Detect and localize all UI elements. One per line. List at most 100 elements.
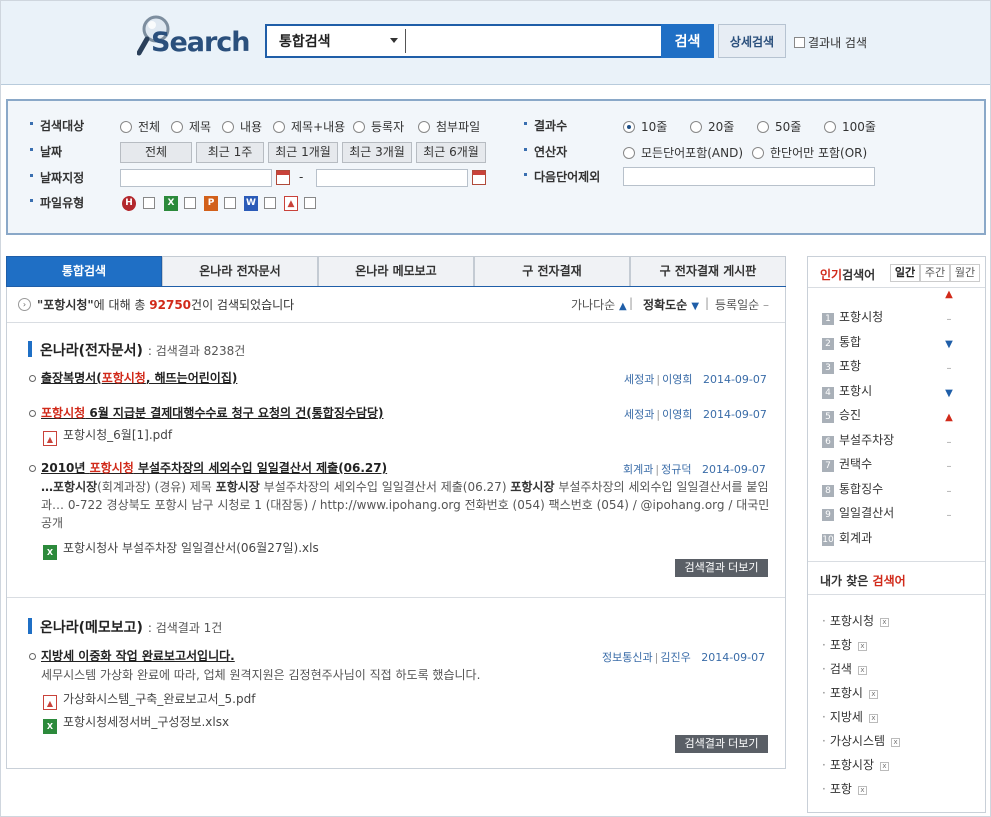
filetype-hwp-checkbox[interactable] (143, 197, 155, 209)
doc-dept[interactable]: 회계과 (623, 463, 653, 476)
search-input[interactable] (405, 29, 655, 53)
tab-onnara-docs[interactable]: 온나라 전자문서 (162, 256, 318, 286)
exclude-words-input[interactable] (623, 167, 875, 186)
doc-title-link[interactable]: 포항시청 6월 지급분 결제대행수수료 청구 요청의 건(통합징수담당) (28, 404, 383, 421)
close-icon[interactable]: x (868, 714, 878, 723)
popular-item[interactable]: 6 부설주차장 (822, 431, 894, 448)
doc-title-link[interactable]: 2010년 포항시청 부설주차장의 세외수입 일일결산서 제출(06.27) (28, 459, 387, 476)
attachment-link[interactable]: X 포항시청세정서버_구성정보.xlsx (43, 713, 229, 734)
my-keyword[interactable]: 포항시장 (830, 758, 874, 772)
attachment-link[interactable]: X 포항시청사 부설주차장 일일결산서(06월27일).xls (43, 539, 319, 560)
radio-icon[interactable] (273, 121, 285, 133)
period-tab-weekly[interactable]: 주간 (920, 264, 950, 282)
my-keyword-item[interactable]: 가상시스템 x (822, 732, 901, 749)
close-icon[interactable]: x (880, 762, 889, 771)
close-icon[interactable]: x (891, 738, 901, 747)
popular-item[interactable]: 8 통합징수 (822, 480, 883, 497)
filetype-xls-checkbox[interactable] (184, 197, 196, 209)
tab-integrated[interactable]: 통합검색 (6, 256, 162, 286)
calendar-icon[interactable] (276, 170, 290, 185)
attachment-link[interactable]: ▲ 포항시청_6월[1].pdf (43, 426, 172, 446)
doc-dept[interactable]: 정보통신과 (602, 651, 653, 664)
close-icon[interactable]: x (857, 642, 867, 651)
calendar-icon[interactable] (472, 170, 486, 185)
more-results-button[interactable]: 검색결과 더보기 (675, 735, 768, 753)
popular-item[interactable]: 7 권택수 (822, 455, 872, 472)
close-icon[interactable]: x (857, 786, 867, 795)
date-6month-button[interactable]: 최근 6개월 (416, 142, 486, 163)
filetype-ppt-checkbox[interactable] (224, 197, 236, 209)
close-icon[interactable]: x (868, 690, 878, 699)
tab-onnara-memo[interactable]: 온나라 메모보고 (318, 256, 474, 286)
radio-icon[interactable] (623, 147, 635, 159)
popular-item[interactable]: 5 승진 (822, 406, 861, 423)
popular-item[interactable]: 1 포항시청 (822, 308, 883, 325)
doc-title-link[interactable]: 출장복명서(포항시청, 해뜨는어린이집) (28, 369, 237, 386)
count-option-20[interactable]: 20줄 (690, 118, 734, 135)
doc-author[interactable]: 이영희 (662, 373, 692, 386)
operator-and[interactable]: 모든단어포함(AND) (623, 144, 743, 161)
target-option-title[interactable]: 제목 (171, 118, 211, 135)
target-option-author[interactable]: 등록자 (353, 118, 404, 135)
my-keyword-item[interactable]: 포항 x (822, 780, 867, 797)
period-tab-daily[interactable]: 일간 (890, 264, 920, 282)
date-3month-button[interactable]: 최근 3개월 (342, 142, 412, 163)
advanced-search-button[interactable]: 상세검색 (718, 24, 786, 58)
filetype-pdf-checkbox[interactable] (304, 197, 316, 209)
my-keyword[interactable]: 포항 (830, 782, 852, 796)
my-keyword[interactable]: 지방세 (830, 710, 863, 724)
count-option-100[interactable]: 100줄 (824, 118, 876, 135)
popular-item[interactable]: 2 통합 (822, 333, 861, 350)
within-results-checkbox[interactable]: 결과내 검색 (794, 34, 867, 51)
target-option-content[interactable]: 내용 (222, 118, 262, 135)
sort-alpha[interactable]: 가나다순 ▲ (571, 296, 627, 313)
my-keyword[interactable]: 가상시스템 (830, 734, 885, 748)
target-option-attachment[interactable]: 첨부파일 (418, 118, 480, 135)
my-keyword-item[interactable]: 포항 x (822, 636, 867, 653)
target-option-all[interactable]: 전체 (120, 118, 160, 135)
my-keyword-item[interactable]: 검색 x (822, 660, 867, 677)
radio-icon[interactable] (690, 121, 702, 133)
doc-dept[interactable]: 세정과 (624, 373, 654, 386)
target-option-title-content[interactable]: 제목+내용 (273, 118, 345, 135)
doc-dept[interactable]: 세정과 (624, 408, 654, 421)
checkbox-box[interactable] (794, 37, 805, 48)
my-keyword[interactable]: 포항 (830, 638, 852, 652)
radio-icon[interactable] (120, 121, 132, 133)
my-keyword[interactable]: 포항시청 (830, 614, 874, 628)
close-icon[interactable]: x (880, 618, 889, 627)
date-to-field[interactable] (316, 169, 468, 187)
doc-author[interactable]: 김진우 (660, 651, 690, 664)
attachment-link[interactable]: ▲ 가상화시스템_구축_완료보고서_5.pdf (43, 690, 255, 710)
my-keyword-item[interactable]: 포항시청 x (822, 612, 889, 629)
popular-item[interactable]: 4 포항시 (822, 382, 872, 399)
my-keyword-item[interactable]: 포항시장 x (822, 756, 889, 773)
sort-accuracy[interactable]: 정확도순 ▼ (643, 296, 699, 313)
tab-old-approval[interactable]: 구 전자결재 (474, 256, 630, 286)
my-keyword[interactable]: 포항시 (830, 686, 863, 700)
count-option-10[interactable]: 10줄 (623, 118, 667, 135)
popular-item[interactable]: 3 포항 (822, 357, 861, 374)
doc-author[interactable]: 이영희 (662, 408, 692, 421)
period-tab-monthly[interactable]: 월간 (950, 264, 980, 282)
date-from-field[interactable] (120, 169, 272, 187)
count-option-50[interactable]: 50줄 (757, 118, 801, 135)
filetype-doc-checkbox[interactable] (264, 197, 276, 209)
my-keyword-item[interactable]: 지방세 x (822, 708, 878, 725)
more-results-button[interactable]: 검색결과 더보기 (675, 559, 768, 577)
radio-icon[interactable] (222, 121, 234, 133)
sort-date[interactable]: 등록일순 – (715, 296, 769, 313)
doc-title-link[interactable]: 지방세 이중화 작업 완료보고서입니다. (29, 647, 235, 664)
close-icon[interactable]: x (857, 666, 867, 675)
date-1month-button[interactable]: 최근 1개월 (268, 142, 338, 163)
radio-icon[interactable] (353, 121, 365, 133)
search-scope-select[interactable]: 통합검색 (267, 26, 402, 56)
popular-item[interactable]: 9 일일결산서 (822, 504, 894, 521)
doc-author[interactable]: 정규덕 (661, 463, 691, 476)
operator-or[interactable]: 한단어만 포함(OR) (752, 144, 867, 161)
radio-icon[interactable] (752, 147, 764, 159)
my-keyword[interactable]: 검색 (830, 662, 852, 676)
search-button[interactable]: 검색 (661, 24, 714, 58)
radio-icon[interactable] (171, 121, 183, 133)
radio-icon[interactable] (757, 121, 769, 133)
